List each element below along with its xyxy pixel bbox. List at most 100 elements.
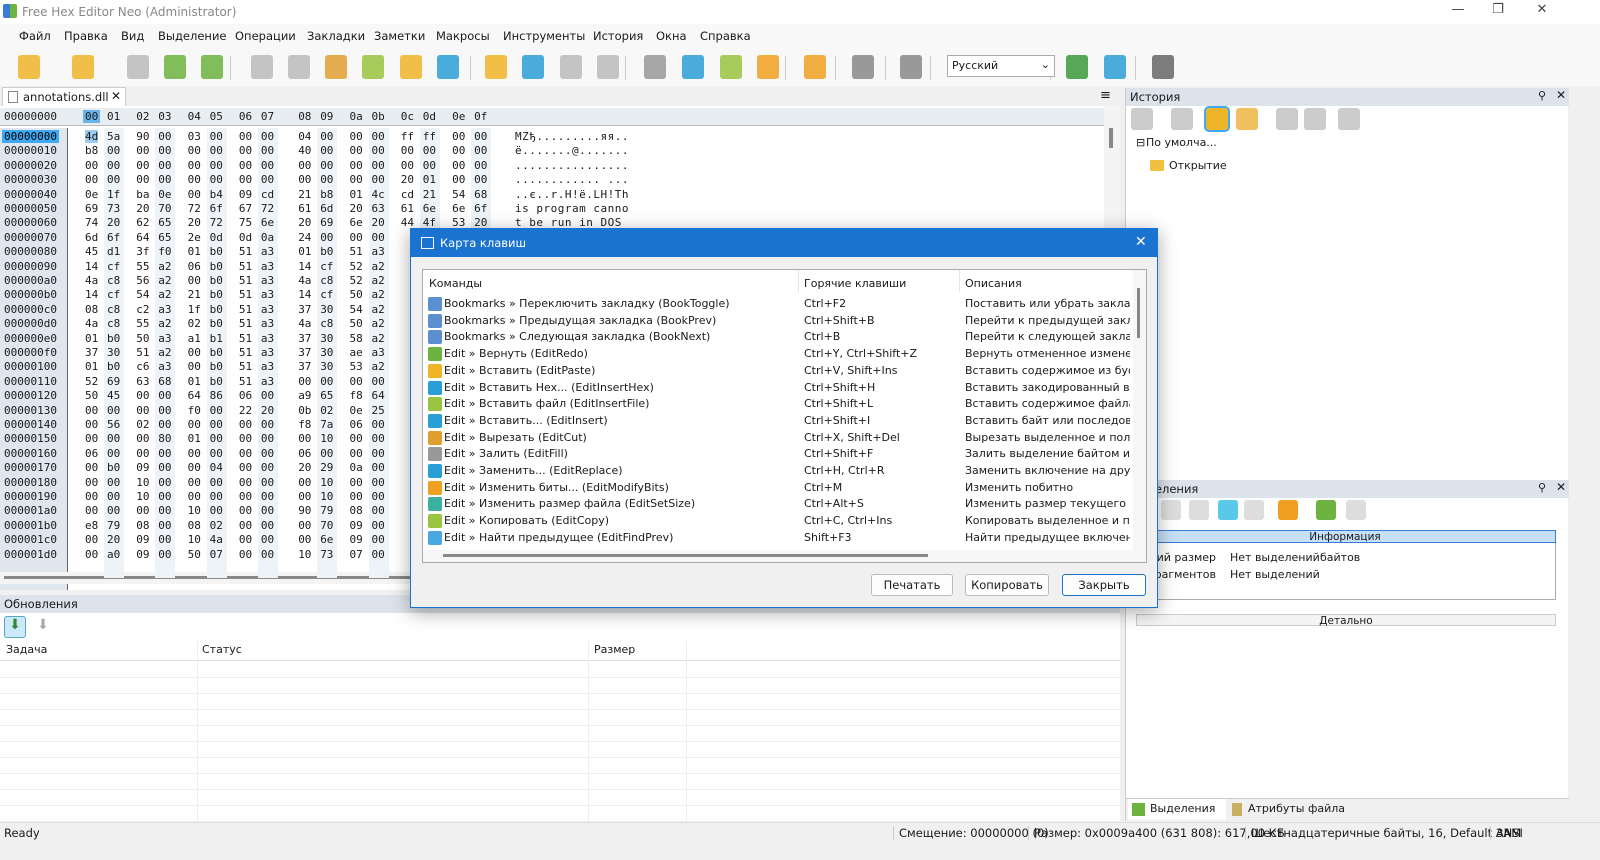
- hex-byte[interactable]: 00: [136, 159, 149, 172]
- hex-byte[interactable]: 20: [298, 461, 311, 474]
- hex-byte[interactable]: 0d: [210, 231, 223, 244]
- hex-byte[interactable]: 00: [107, 144, 120, 157]
- hex-byte[interactable]: 14: [298, 288, 311, 301]
- hex-byte[interactable]: 00: [261, 173, 274, 186]
- bits-icon[interactable]: [753, 52, 783, 82]
- hex-byte[interactable]: 40: [298, 144, 311, 157]
- hex-byte[interactable]: 00: [107, 173, 120, 186]
- hex-byte[interactable]: 73: [107, 202, 120, 215]
- hex-byte[interactable]: 00: [107, 404, 120, 417]
- history-tool-icon[interactable]: [1338, 108, 1360, 130]
- hex-byte[interactable]: 51: [239, 346, 252, 359]
- hex-byte[interactable]: 00: [298, 490, 311, 503]
- hex-byte[interactable]: ff: [423, 130, 436, 143]
- hex-byte[interactable]: 00: [210, 418, 223, 431]
- hex-byte[interactable]: b0: [210, 245, 223, 258]
- hex-byte[interactable]: 0e: [85, 188, 98, 201]
- hex-byte[interactable]: 20: [350, 202, 363, 215]
- hex-byte[interactable]: c6: [136, 360, 149, 373]
- hex-byte[interactable]: 06: [239, 389, 252, 402]
- hex-byte[interactable]: 20: [372, 216, 385, 229]
- keymap-row[interactable]: Edit » Вставить... (EditInsert) Ctrl+Shif…: [423, 413, 1133, 430]
- hex-byte[interactable]: f0: [188, 404, 201, 417]
- hex-byte[interactable]: 07: [350, 548, 363, 561]
- hex-byte[interactable]: a2: [158, 288, 171, 301]
- hex-byte[interactable]: 7a: [320, 418, 333, 431]
- hex-byte[interactable]: 00: [136, 404, 149, 417]
- hex-byte[interactable]: 54: [350, 303, 363, 316]
- hex-byte[interactable]: 63: [372, 202, 385, 215]
- hex-byte[interactable]: 45: [107, 389, 120, 402]
- hex-byte[interactable]: a3: [261, 332, 274, 345]
- hex-byte[interactable]: 68: [474, 188, 487, 201]
- hex-byte[interactable]: 00: [239, 490, 252, 503]
- keymap-row[interactable]: Edit » Вставить файл (EditInsertFile) Ctr…: [423, 396, 1133, 413]
- hex-byte[interactable]: b0: [107, 461, 120, 474]
- hex-byte[interactable]: c8: [107, 317, 120, 330]
- hex-byte[interactable]: b0: [210, 288, 223, 301]
- hex-byte[interactable]: a3: [261, 245, 274, 258]
- fgv-icon[interactable]: [848, 52, 878, 82]
- hex-byte[interactable]: c8: [107, 274, 120, 287]
- hex-byte[interactable]: 00: [136, 504, 149, 517]
- hex-byte[interactable]: 00: [350, 447, 363, 460]
- column-status[interactable]: Статус: [202, 643, 242, 656]
- column-header[interactable]: 05: [210, 110, 223, 123]
- web-update-icon[interactable]: [1148, 52, 1178, 82]
- hex-byte[interactable]: 00: [158, 159, 171, 172]
- hex-byte[interactable]: 51: [239, 274, 252, 287]
- hex-byte[interactable]: a3: [158, 303, 171, 316]
- hex-byte[interactable]: 50: [188, 548, 201, 561]
- paste-icon[interactable]: [396, 52, 426, 82]
- hex-byte[interactable]: 00: [298, 173, 311, 186]
- hex-byte[interactable]: b0: [107, 360, 120, 373]
- redo-icon[interactable]: [284, 52, 314, 82]
- hex-byte[interactable]: 6e: [350, 216, 363, 229]
- hex-byte[interactable]: 06: [85, 447, 98, 460]
- save-as-icon[interactable]: [160, 52, 190, 82]
- tab-selections[interactable]: Выделения: [1128, 799, 1226, 820]
- hex-byte[interactable]: 00: [210, 159, 223, 172]
- hex-byte[interactable]: 00: [350, 144, 363, 157]
- cut-icon[interactable]: [321, 52, 351, 82]
- hex-byte[interactable]: 00: [136, 447, 149, 460]
- ascii-text[interactable]: is program canno: [515, 202, 629, 215]
- tab-file-attributes[interactable]: Атрибуты файла: [1230, 802, 1345, 816]
- print-button[interactable]: Печатать: [871, 574, 953, 596]
- keymap-row[interactable]: Edit » Вставить (EditPaste) Ctrl+V, Shift…: [423, 363, 1133, 380]
- hex-byte[interactable]: 00: [350, 231, 363, 244]
- hex-byte[interactable]: 01: [85, 332, 98, 345]
- hex-byte[interactable]: 00: [136, 432, 149, 445]
- hex-byte[interactable]: 00: [401, 144, 414, 157]
- hex-byte[interactable]: 00: [320, 130, 333, 143]
- hex-byte[interactable]: b0: [210, 317, 223, 330]
- replace-icon[interactable]: [678, 52, 708, 82]
- hex-byte[interactable]: 58: [350, 332, 363, 345]
- hex-byte[interactable]: 70: [320, 519, 333, 532]
- hex-byte[interactable]: 37: [298, 303, 311, 316]
- hex-byte[interactable]: 00: [107, 432, 120, 445]
- hex-byte[interactable]: 00: [261, 144, 274, 157]
- hex-byte[interactable]: 00: [85, 432, 98, 445]
- keymap-row[interactable]: Edit » Изменить размер файла (EditSetSiz…: [423, 496, 1133, 513]
- hex-byte[interactable]: a2: [372, 288, 385, 301]
- hex-byte[interactable]: 90: [298, 504, 311, 517]
- hex-byte[interactable]: 00: [261, 130, 274, 143]
- open-file-icon[interactable]: [68, 52, 98, 82]
- hex-byte[interactable]: 00: [107, 504, 120, 517]
- close-panel-icon[interactable]: ✕: [1556, 480, 1566, 494]
- hex-byte[interactable]: 00: [107, 159, 120, 172]
- hex-byte[interactable]: 01: [85, 360, 98, 373]
- hex-byte[interactable]: 37: [298, 332, 311, 345]
- hex-byte[interactable]: 10: [136, 476, 149, 489]
- hex-byte[interactable]: 00: [239, 533, 252, 546]
- hex-byte[interactable]: 00: [261, 447, 274, 460]
- hex-byte[interactable]: c8: [320, 274, 333, 287]
- hex-byte[interactable]: 72: [210, 216, 223, 229]
- hex-byte[interactable]: 30: [320, 346, 333, 359]
- hex-byte[interactable]: 52: [350, 274, 363, 287]
- keymap-row[interactable]: Edit » Найти предыдущее (EditFindPrev) Sh…: [423, 530, 1133, 547]
- column-header[interactable]: 07: [261, 110, 274, 123]
- hex-byte[interactable]: 29: [320, 461, 333, 474]
- hex-byte[interactable]: 6e: [261, 216, 274, 229]
